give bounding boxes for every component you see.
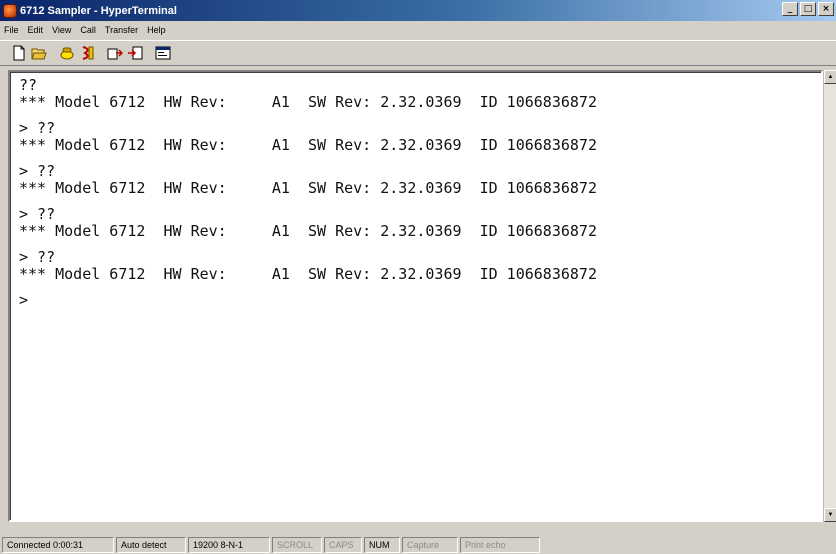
arrow-down-icon: ▼	[827, 512, 834, 518]
receive-button[interactable]	[126, 44, 144, 62]
disconnect-icon	[82, 46, 94, 60]
properties-button[interactable]	[154, 44, 172, 62]
status-num: NUM	[364, 536, 400, 553]
menu-bar: File Edit View Call Transfer Help	[0, 21, 836, 39]
connect-icon	[60, 47, 74, 60]
menu-call[interactable]: Call	[80, 25, 96, 35]
hyperterminal-app-icon[interactable]	[3, 3, 17, 18]
open-button[interactable]	[30, 44, 48, 62]
connect-button[interactable]	[58, 44, 76, 62]
terminal-line: *** Model 6712 HW Rev: A1 SW Rev: 2.32.0…	[19, 179, 597, 197]
status-bar: Connected 0:00:31 Auto detect 19200 8-N-…	[0, 535, 836, 554]
send-button[interactable]	[106, 44, 124, 62]
terminal-line: *** Model 6712 HW Rev: A1 SW Rev: 2.32.0…	[19, 93, 597, 111]
close-button[interactable]: ×	[818, 2, 834, 16]
terminal-line: > ??	[19, 205, 56, 223]
status-settings: 19200 8-N-1	[188, 536, 270, 553]
terminal-line: > ??	[19, 162, 56, 180]
menu-edit[interactable]: Edit	[28, 25, 44, 35]
scroll-up-button[interactable]: ▲	[824, 70, 836, 84]
window-controls: _ □ ×	[782, 2, 834, 16]
toolbar-group-file	[10, 44, 48, 62]
status-scroll: SCROLL	[272, 536, 322, 553]
window-title: 6712 Sampler - HyperTerminal	[20, 4, 177, 17]
toolbar-group-call	[58, 44, 96, 62]
menu-help[interactable]: Help	[147, 25, 166, 35]
terminal-screen[interactable]: ?? *** Model 6712 HW Rev: A1 SW Rev: 2.3…	[10, 72, 821, 520]
menu-transfer[interactable]: Transfer	[105, 25, 138, 35]
receive-icon	[128, 46, 143, 60]
maximize-button[interactable]: □	[800, 2, 816, 16]
terminal-line: *** Model 6712 HW Rev: A1 SW Rev: 2.32.0…	[19, 265, 597, 283]
toolbar-group-properties	[154, 44, 172, 62]
terminal-line: > ??	[19, 119, 56, 137]
terminal-line: *** Model 6712 HW Rev: A1 SW Rev: 2.32.0…	[19, 136, 597, 154]
disconnect-button[interactable]	[78, 44, 96, 62]
status-print-echo: Print echo	[460, 536, 540, 553]
new-connection-button[interactable]	[10, 44, 28, 62]
title-bar[interactable]: 6712 Sampler - HyperTerminal _ □ ×	[0, 0, 836, 21]
new-connection-icon	[13, 45, 25, 61]
minimize-button[interactable]: _	[782, 2, 798, 16]
terminal-line: *** Model 6712 HW Rev: A1 SW Rev: 2.32.0…	[19, 222, 597, 240]
send-icon	[107, 48, 123, 60]
open-icon	[31, 48, 47, 60]
terminal-line: > ??	[19, 248, 56, 266]
terminal-prompt: >	[19, 291, 29, 309]
toolbar	[0, 40, 836, 66]
properties-icon	[155, 46, 171, 60]
status-detect: Auto detect	[116, 536, 186, 553]
toolbar-group-transfer	[106, 44, 144, 62]
menu-file[interactable]: File	[4, 25, 19, 35]
scroll-down-button[interactable]: ▼	[824, 508, 836, 522]
status-capture: Capture	[402, 536, 458, 553]
arrow-up-icon: ▲	[827, 74, 834, 80]
status-caps: CAPS	[324, 536, 362, 553]
menu-view[interactable]: View	[52, 25, 71, 35]
vertical-scrollbar[interactable]: ▲ ▼	[823, 70, 836, 522]
terminal-frame: ?? *** Model 6712 HW Rev: A1 SW Rev: 2.3…	[8, 70, 823, 522]
status-connected: Connected 0:00:31	[2, 536, 114, 553]
terminal-line: ??	[19, 76, 38, 94]
